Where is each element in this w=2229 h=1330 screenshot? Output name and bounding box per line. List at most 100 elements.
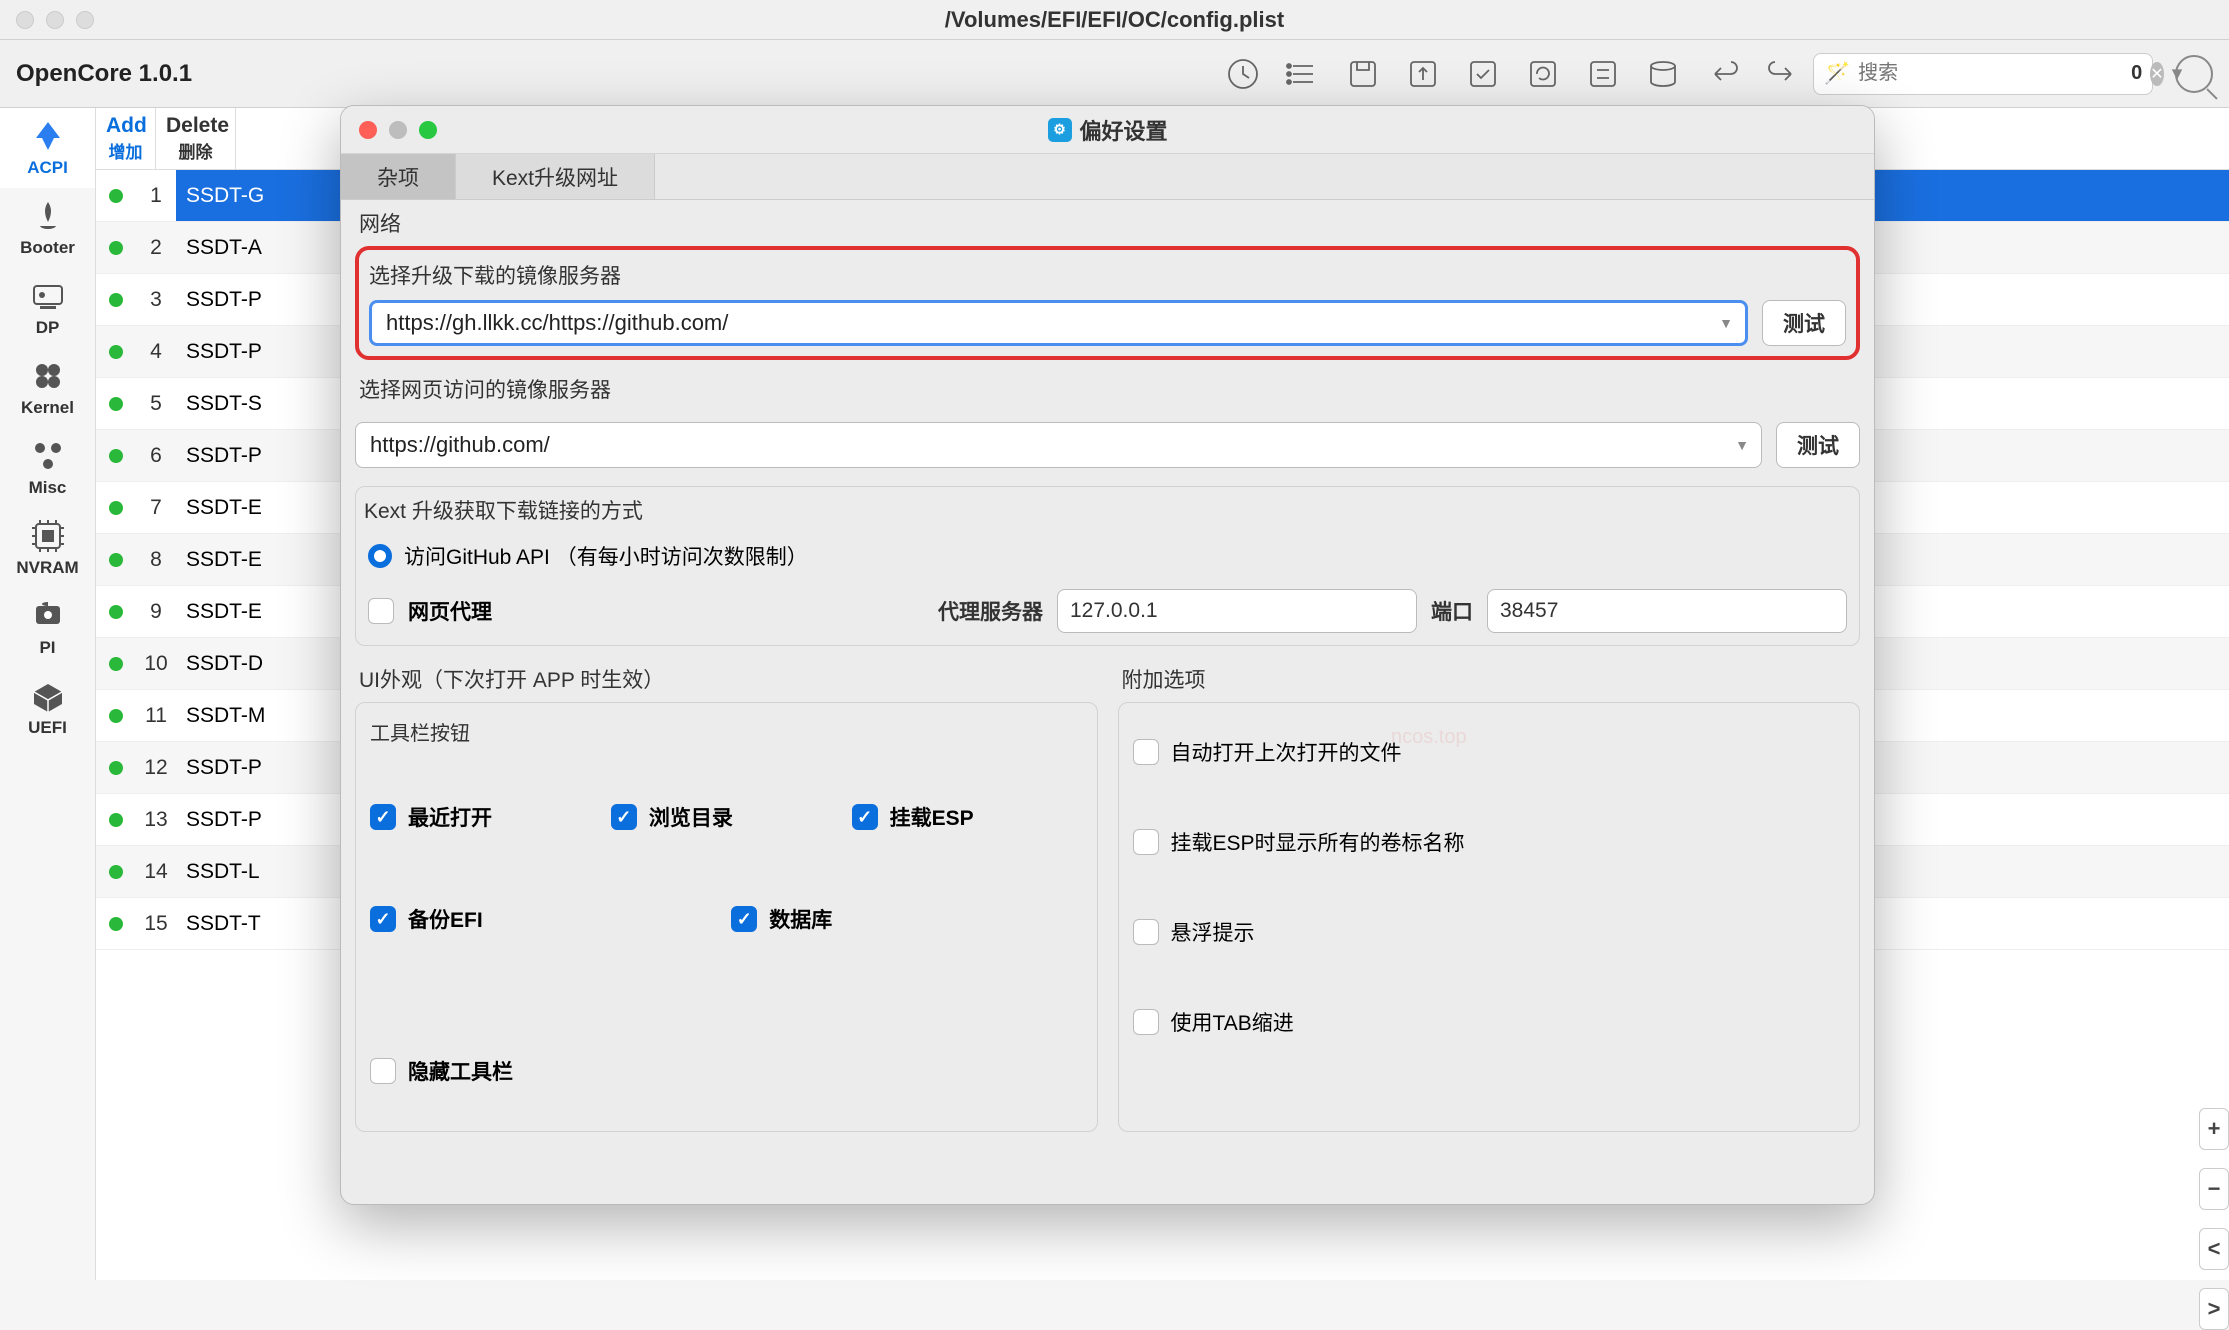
browse-check[interactable] — [611, 804, 637, 830]
sidebar-item-label: NVRAM — [16, 558, 78, 578]
row-index: 8 — [136, 548, 176, 572]
sidebar: ACPI Booter DP Kernel Misc NVRAM — [0, 108, 96, 1280]
backup-check[interactable] — [370, 906, 396, 932]
search-input[interactable] — [1858, 62, 2123, 85]
search-box[interactable]: 🪄 0 ✕ ▾ — [1813, 53, 2153, 95]
row-index: 13 — [136, 808, 176, 832]
sidebar-item-misc[interactable]: Misc — [0, 428, 95, 508]
expand-button[interactable]: > — [2199, 1288, 2229, 1330]
prefs-titlebar: ⚙ 偏好设置 — [341, 106, 1874, 154]
minimize-icon[interactable] — [46, 11, 64, 29]
status-dot-icon — [109, 709, 123, 723]
app-name: OpenCore 1.0.1 — [16, 60, 192, 88]
sidebar-item-kernel[interactable]: Kernel — [0, 348, 95, 428]
sidebar-item-acpi[interactable]: ACPI — [0, 108, 95, 188]
row-index: 12 — [136, 756, 176, 780]
sidebar-item-uefi[interactable]: UEFI — [0, 668, 95, 748]
minimize-icon[interactable] — [389, 121, 407, 139]
mount-icon[interactable] — [1405, 56, 1441, 92]
sidebar-item-label: Booter — [20, 238, 75, 258]
collapse-button[interactable]: < — [2199, 1228, 2229, 1270]
row-index: 6 — [136, 444, 176, 468]
database-icon[interactable] — [1645, 56, 1681, 92]
close-icon[interactable] — [359, 121, 377, 139]
redo-icon[interactable] — [1765, 56, 1801, 92]
undo-icon[interactable] — [1705, 56, 1741, 92]
recent-check[interactable] — [370, 804, 396, 830]
test-web-button[interactable]: 测试 — [1776, 422, 1860, 468]
status-dot-icon — [109, 761, 123, 775]
zoom-icon[interactable] — [76, 11, 94, 29]
tab-misc[interactable]: 杂项 — [341, 154, 456, 199]
status-dot-icon — [109, 501, 123, 515]
port-input[interactable] — [1487, 589, 1847, 633]
web-proxy-label: 网页代理 — [408, 596, 492, 626]
tab-kext-url[interactable]: Kext升级网址 — [456, 154, 655, 199]
status-dot-icon — [109, 397, 123, 411]
main-toolbar: OpenCore 1.0.1 🪄 0 ✕ ▾ — [0, 40, 2229, 108]
sync-icon[interactable] — [1585, 56, 1621, 92]
clear-icon[interactable]: ✕ — [2150, 62, 2163, 86]
row-index: 14 — [136, 860, 176, 884]
prefs-tabs: 杂项 Kext升级网址 — [341, 154, 1874, 200]
ui-appearance-label: UI外观（下次打开 APP 时生效） — [355, 656, 1098, 702]
extra-options-panel: 自动打开上次打开的文件 挂载ESP时显示所有的卷标名称 悬浮提示 使用TAB缩进 — [1118, 702, 1861, 1132]
search-count: 0 — [2131, 62, 2142, 85]
mirror-download-label: 选择升级下载的镜像服务器 — [369, 260, 1846, 290]
db-check[interactable] — [731, 906, 757, 932]
mirror-web-combo[interactable]: https://github.com/ ▼ — [355, 422, 1762, 468]
toolbar-buttons-label: 工具栏按钮 — [370, 717, 1083, 746]
row-index: 1 — [136, 184, 176, 208]
chevron-down-icon: ▼ — [1735, 437, 1749, 453]
refresh-icon[interactable] — [1525, 56, 1561, 92]
recent-icon[interactable] — [1225, 56, 1261, 92]
delete-column-header[interactable]: Delete 删除 — [156, 108, 236, 169]
wand-icon: 🪄 — [1824, 62, 1850, 86]
prefs-title: 偏好设置 — [1079, 114, 1167, 146]
status-dot-icon — [109, 189, 123, 203]
check-icon[interactable] — [1465, 56, 1501, 92]
chevron-down-icon: ▼ — [1719, 315, 1733, 331]
mirror-download-combo[interactable]: https://gh.llkk.cc/https://github.com/ ▼ — [369, 300, 1748, 346]
close-icon[interactable] — [16, 11, 34, 29]
kext-method-group: Kext 升级获取下载链接的方式 访问GitHub API （有每小时访问次数限… — [355, 486, 1860, 646]
preferences-window: ⚙ 偏好设置 杂项 Kext升级网址 网络 选择升级下载的镜像服务器 https… — [340, 105, 1875, 1205]
status-dot-icon — [109, 917, 123, 931]
remove-row-button[interactable]: − — [2199, 1168, 2229, 1210]
hide-toolbar-check[interactable] — [370, 1058, 396, 1084]
row-index: 9 — [136, 600, 176, 624]
main-titlebar: /Volumes/EFI/EFI/OC/config.plist — [0, 0, 2229, 40]
tab-indent-check[interactable] — [1133, 1009, 1159, 1035]
hover-tip-check[interactable] — [1133, 919, 1159, 945]
row-index: 2 — [136, 236, 176, 260]
sidebar-item-dp[interactable]: DP — [0, 268, 95, 348]
test-download-button[interactable]: 测试 — [1762, 300, 1846, 346]
sidebar-item-label: Misc — [29, 478, 67, 498]
list-icon[interactable] — [1285, 56, 1321, 92]
add-column-header[interactable]: Add 增加 — [96, 108, 156, 169]
row-index: 15 — [136, 912, 176, 936]
add-row-button[interactable]: + — [2199, 1108, 2229, 1150]
row-index: 10 — [136, 652, 176, 676]
network-section-label: 网络 — [355, 200, 1860, 246]
web-proxy-check[interactable] — [368, 598, 394, 624]
auto-open-check[interactable] — [1133, 739, 1159, 765]
proxy-server-label: 代理服务器 — [938, 596, 1043, 626]
mount-check[interactable] — [852, 804, 878, 830]
zoom-icon[interactable] — [419, 121, 437, 139]
sidebar-item-booter[interactable]: Booter — [0, 188, 95, 268]
sidebar-item-pi[interactable]: PI — [0, 588, 95, 668]
status-dot-icon — [109, 657, 123, 671]
search-icon[interactable] — [2175, 55, 2213, 93]
sidebar-item-nvram[interactable]: NVRAM — [0, 508, 95, 588]
row-index: 7 — [136, 496, 176, 520]
show-vols-check[interactable] — [1133, 829, 1159, 855]
port-label: 端口 — [1431, 596, 1473, 626]
mirror-web-label: 选择网页访问的镜像服务器 — [355, 374, 1860, 412]
proxy-server-input[interactable] — [1057, 589, 1417, 633]
status-dot-icon — [109, 605, 123, 619]
save-icon[interactable] — [1345, 56, 1381, 92]
github-api-radio[interactable] — [368, 544, 392, 568]
row-index: 5 — [136, 392, 176, 416]
sidebar-item-label: DP — [36, 318, 60, 338]
